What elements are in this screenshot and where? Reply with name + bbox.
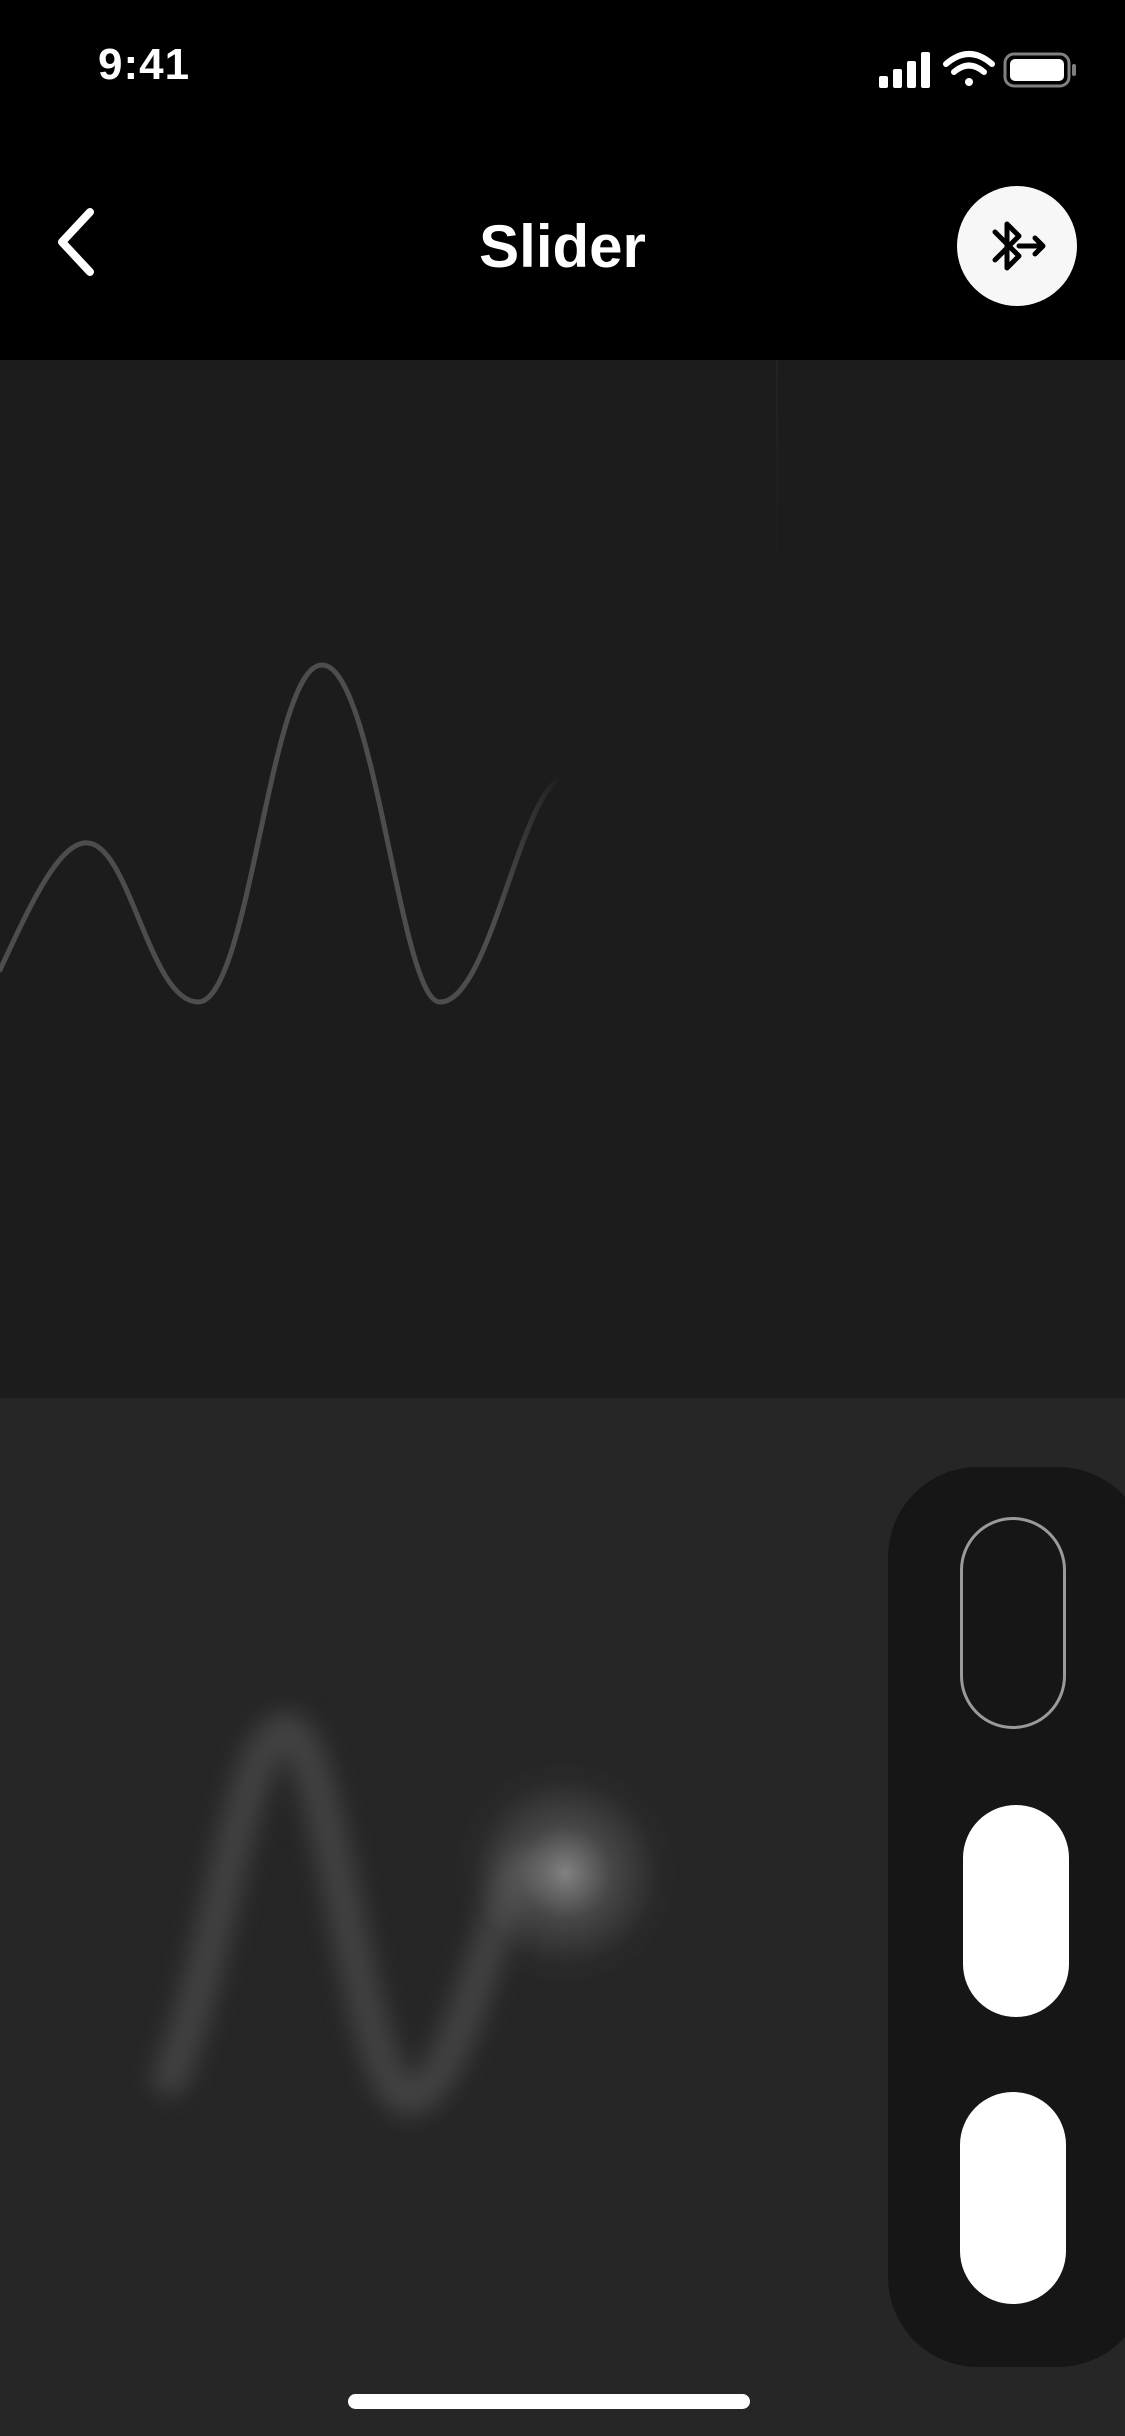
mode-option-2[interactable]	[963, 1805, 1069, 2017]
wifi-icon	[943, 51, 995, 86]
status-icons	[879, 48, 1079, 92]
waveform-graph	[0, 662, 565, 1005]
bluetooth-button[interactable]	[957, 186, 1077, 306]
mode-option-1[interactable]	[960, 1517, 1066, 1729]
mode-selector	[888, 1467, 1125, 2367]
panel-divider	[776, 360, 778, 600]
navigation-header: Slider	[0, 132, 1125, 360]
status-bar: 9:41	[0, 0, 1125, 132]
cellular-signal-icon	[879, 52, 930, 88]
battery-icon	[1003, 52, 1076, 88]
home-indicator[interactable]	[348, 2394, 750, 2409]
bluetooth-connect-icon	[992, 221, 1046, 271]
status-time: 9:41	[98, 40, 191, 89]
mode-option-3[interactable]	[960, 2092, 1066, 2304]
touch-point	[455, 1763, 675, 1983]
waveform-panel	[0, 360, 1125, 1398]
waveform-line	[0, 662, 565, 1005]
slider-screen: 9:41 Slider	[0, 0, 1125, 2436]
